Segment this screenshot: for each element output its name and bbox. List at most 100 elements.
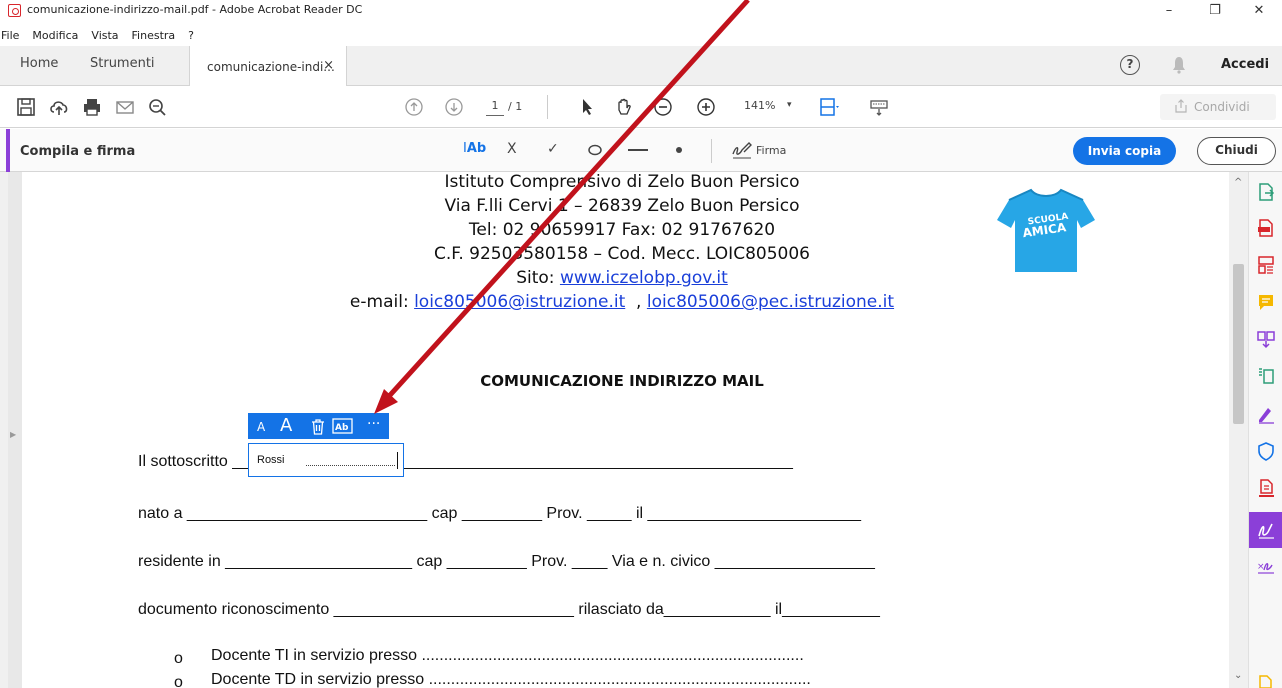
next-page-icon[interactable] <box>442 95 466 119</box>
more-tools-icon[interactable] <box>1256 668 1276 688</box>
fit-page-icon[interactable] <box>817 95 841 119</box>
create-pdf-icon[interactable] <box>1256 218 1276 238</box>
sign-label[interactable]: Firma <box>756 144 786 157</box>
bell-icon[interactable] <box>1172 56 1186 74</box>
svg-text:×: × <box>1257 562 1265 572</box>
share-button[interactable]: Condividi <box>1160 94 1276 120</box>
bullet-docente-ti: Docente TI in servizio presso ..........… <box>211 647 804 664</box>
decrease-font-button[interactable]: A <box>257 420 265 434</box>
line-tool-icon[interactable] <box>628 148 648 152</box>
tab-bar: Home Strumenti comunicazione-indi... × ?… <box>0 46 1282 87</box>
tab-document-label: comunicazione-indi... <box>207 60 335 74</box>
document-title: COMUNICAZIONE INDIRIZZO MAIL <box>480 372 764 390</box>
site-label: Sito: <box>516 268 560 288</box>
combine-files-icon[interactable] <box>1256 329 1276 349</box>
restore-button[interactable]: ❐ <box>1192 0 1238 22</box>
tab-strumenti[interactable]: Strumenti <box>90 56 155 71</box>
text-field-dotted-line <box>306 465 395 466</box>
menu-help[interactable]: ? <box>180 22 199 46</box>
toolbar-divider <box>711 139 712 163</box>
check-tool[interactable]: ✓ <box>547 141 559 157</box>
left-navigation-pane[interactable] <box>0 172 8 688</box>
acrobat-icon <box>8 4 21 17</box>
circle-tool-icon[interactable] <box>588 144 602 156</box>
more-options-icon[interactable]: ··· <box>367 416 380 432</box>
chevron-down-icon[interactable]: ▾ <box>787 100 792 110</box>
fill-sign-toolbar: Compila e firma IAb X ✓ Firma Invia copi… <box>0 129 1282 172</box>
organize-pages-icon[interactable] <box>1256 255 1276 275</box>
school-emails: e-mail: loic805006@istruzione.it , loic8… <box>22 292 1222 312</box>
scroll-up-icon[interactable]: ^ <box>1234 177 1242 188</box>
menu-vista[interactable]: Vista <box>83 22 123 46</box>
close-fill-sign-button[interactable]: Chiudi <box>1197 137 1276 165</box>
sign-pen-icon[interactable] <box>731 140 753 160</box>
add-text-tool[interactable]: IAb <box>463 141 486 156</box>
title-bar: comunicazione-indirizzo-mail.pdf - Adobe… <box>0 0 1282 22</box>
school-logo: SCUOLA AMICA <box>979 172 1113 287</box>
increase-font-button[interactable]: A <box>280 415 292 436</box>
fill-sign-icon[interactable] <box>1256 404 1276 424</box>
email-link-2[interactable]: loic805006@pec.istruzione.it <box>647 292 894 312</box>
toolbar-divider <box>547 95 548 119</box>
tab-document[interactable]: comunicazione-indi... × <box>189 46 347 87</box>
tools-rail: × <box>1248 172 1282 688</box>
zoom-in-icon[interactable] <box>694 95 718 119</box>
select-cursor-icon[interactable] <box>575 95 599 119</box>
zoom-out-icon[interactable] <box>651 95 675 119</box>
upload-cloud-icon[interactable] <box>47 95 71 119</box>
close-tab-icon[interactable]: × <box>323 58 334 73</box>
form-line-sottoscritto: Il sottoscritto ________________________… <box>138 453 793 470</box>
hand-tool-icon[interactable] <box>612 95 636 119</box>
minimize-button[interactable]: – <box>1146 0 1192 22</box>
form-line-residente: residente in _____________________ cap _… <box>138 553 875 570</box>
menu-finestra[interactable]: Finestra <box>124 22 181 46</box>
page-total: / 1 <box>508 100 523 113</box>
field-type-icon[interactable]: Ab <box>332 418 353 434</box>
send-copy-button[interactable]: Invia copia <box>1073 137 1176 165</box>
email-link-1[interactable]: loic805006@istruzione.it <box>414 292 625 312</box>
vertical-scrollbar[interactable]: ^ ⌄ <box>1229 172 1248 688</box>
fill-sign-accent <box>6 129 10 172</box>
svg-text:Ab: Ab <box>335 423 349 433</box>
signin-button[interactable]: Accedi <box>1221 57 1269 72</box>
trash-icon[interactable] <box>310 418 326 435</box>
document-page: Istituto Comprensivo di Zelo Buon Persic… <box>22 172 1222 688</box>
menu-file[interactable]: File <box>0 22 24 46</box>
text-field-toolbar: A A Ab ··· <box>248 413 389 439</box>
cross-tool[interactable]: X <box>507 141 517 157</box>
site-link[interactable]: www.iczelobp.gov.it <box>560 268 728 288</box>
text-cursor <box>397 452 398 469</box>
close-window-button[interactable]: ✕ <box>1236 0 1282 22</box>
menu-modifica[interactable]: Modifica <box>24 22 83 46</box>
edit-pdf-icon[interactable] <box>1256 366 1276 386</box>
fill-sign-active-tool[interactable] <box>1249 512 1282 548</box>
send-for-signature-icon[interactable]: × <box>1256 556 1276 576</box>
form-line-nato: nato a ___________________________ cap _… <box>138 505 862 522</box>
dot-tool-icon[interactable] <box>675 146 683 154</box>
tab-home[interactable]: Home <box>20 56 58 71</box>
email-icon[interactable] <box>113 95 137 119</box>
export-pdf-icon[interactable] <box>1256 182 1276 202</box>
email-separator: , <box>625 292 647 312</box>
share-label: Condividi <box>1194 100 1250 114</box>
menu-bar: File Modifica Vista Finestra ? <box>0 22 1282 46</box>
protect-icon[interactable] <box>1256 441 1276 461</box>
search-icon[interactable] <box>145 95 169 119</box>
text-field-input[interactable]: Rossi <box>248 443 404 477</box>
scroll-down-icon[interactable]: ⌄ <box>1234 670 1242 681</box>
save-icon[interactable] <box>14 95 38 119</box>
redact-icon[interactable] <box>1256 478 1276 498</box>
bullet-docente-td: Docente TD in servizio presso ..........… <box>211 671 811 688</box>
scrollbar-thumb[interactable] <box>1233 264 1244 424</box>
bullet-marker: o <box>174 650 183 667</box>
print-icon[interactable] <box>80 95 104 119</box>
keyboard-icon[interactable] <box>867 95 891 119</box>
text-field-value: Rossi <box>257 454 285 466</box>
comment-icon[interactable] <box>1256 292 1276 312</box>
page-number-input[interactable]: 1 <box>486 96 504 116</box>
previous-page-icon[interactable] <box>402 95 426 119</box>
help-icon[interactable]: ? <box>1120 55 1140 75</box>
expand-pane-icon[interactable]: ▶ <box>10 430 16 439</box>
zoom-level-select[interactable]: 141% <box>744 99 775 112</box>
main-toolbar: 1 / 1 141% ▾ Condividi <box>0 86 1282 128</box>
